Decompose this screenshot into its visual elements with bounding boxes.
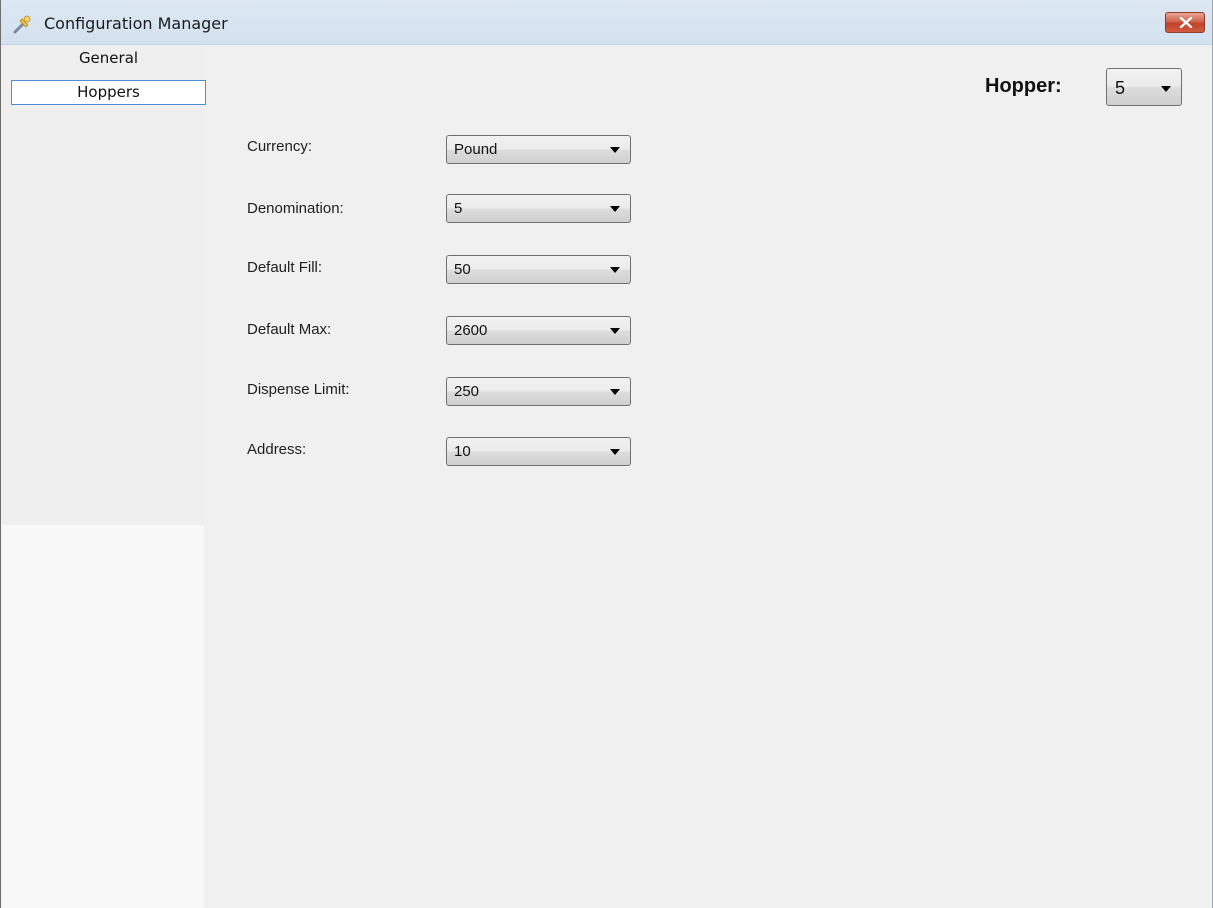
sidebar-item-hoppers[interactable]: Hoppers — [11, 80, 206, 105]
address-label: Address: — [247, 441, 307, 458]
hopper-label: Hopper: — [985, 75, 1062, 97]
denomination-select-value: 5 — [454, 200, 463, 217]
currency-label: Currency: — [247, 138, 313, 155]
configuration-manager-window: Configuration Manager General Hoppers Ho… — [0, 0, 1213, 908]
hopper-select[interactable]: 5 — [1106, 68, 1182, 106]
chevron-down-icon — [1161, 86, 1171, 92]
currency-select[interactable]: Pound — [446, 135, 631, 164]
denomination-label: Denomination: — [247, 200, 344, 217]
chevron-down-icon — [610, 267, 620, 273]
default-fill-select[interactable]: 50 — [446, 255, 631, 284]
default-fill-label: Default Fill: — [247, 259, 323, 276]
default-max-label: Default Max: — [247, 321, 332, 338]
currency-select-value: Pound — [454, 141, 498, 158]
sidebar-panel — [2, 45, 204, 525]
chevron-down-icon — [610, 449, 620, 455]
window-title: Configuration Manager — [44, 14, 228, 33]
chevron-down-icon — [610, 389, 620, 395]
chevron-down-icon — [610, 328, 620, 334]
close-icon — [1179, 17, 1193, 28]
dispense-limit-select[interactable]: 250 — [446, 377, 631, 406]
denomination-select[interactable]: 5 — [446, 194, 631, 223]
hopper-select-value: 5 — [1115, 78, 1126, 98]
close-button[interactable] — [1165, 12, 1205, 33]
default-max-select-value: 2600 — [454, 322, 488, 339]
dispense-limit-select-value: 250 — [454, 383, 480, 400]
title-bar[interactable]: Configuration Manager — [1, 0, 1212, 45]
chevron-down-icon — [610, 147, 620, 153]
default-max-select[interactable]: 2600 — [446, 316, 631, 345]
dispense-limit-label: Dispense Limit: — [247, 381, 350, 398]
sidebar: General Hoppers — [2, 45, 206, 908]
address-select[interactable]: 10 — [446, 437, 631, 466]
address-select-value: 10 — [454, 443, 471, 460]
sidebar-item-general[interactable]: General — [11, 47, 206, 72]
default-fill-select-value: 50 — [454, 261, 471, 278]
chevron-down-icon — [610, 206, 620, 212]
tools-icon — [12, 15, 32, 35]
